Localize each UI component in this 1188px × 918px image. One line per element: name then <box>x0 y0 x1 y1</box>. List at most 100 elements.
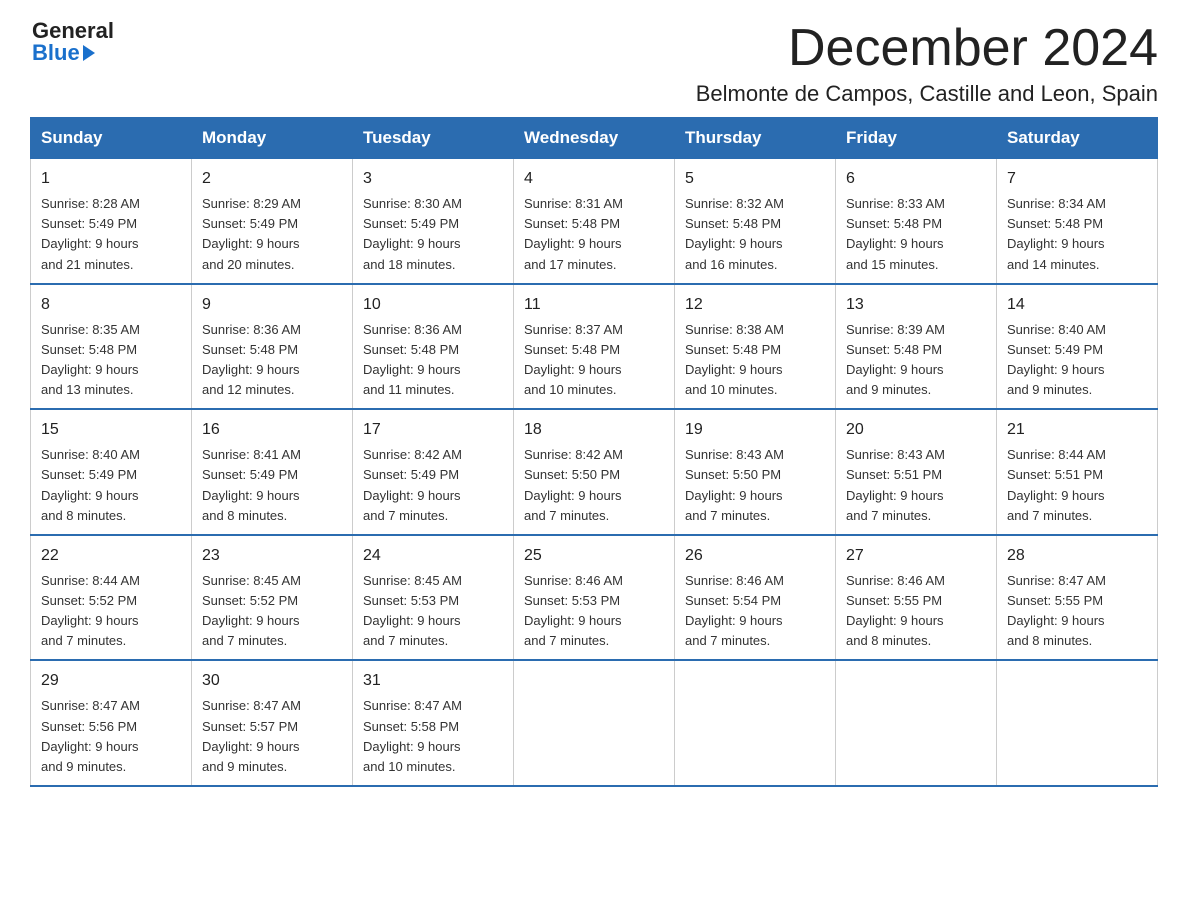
day-info: Sunrise: 8:34 AMSunset: 5:48 PMDaylight:… <box>1007 194 1147 275</box>
calendar-cell <box>514 660 675 786</box>
calendar-table: SundayMondayTuesdayWednesdayThursdayFrid… <box>30 117 1158 787</box>
logo-general-text: General <box>32 20 114 42</box>
day-info: Sunrise: 8:36 AMSunset: 5:48 PMDaylight:… <box>202 320 342 401</box>
calendar-cell: 9 Sunrise: 8:36 AMSunset: 5:48 PMDaylight… <box>192 284 353 410</box>
day-info: Sunrise: 8:43 AMSunset: 5:50 PMDaylight:… <box>685 445 825 526</box>
day-info: Sunrise: 8:45 AMSunset: 5:52 PMDaylight:… <box>202 571 342 652</box>
calendar-cell: 25 Sunrise: 8:46 AMSunset: 5:53 PMDayligh… <box>514 535 675 661</box>
calendar-cell: 2Sunrise: 8:29 AMSunset: 5:49 PMDaylight… <box>192 159 353 284</box>
day-number: 24 <box>363 544 503 568</box>
col-header-saturday: Saturday <box>997 118 1158 159</box>
day-number: 18 <box>524 418 664 442</box>
logo-triangle-icon <box>83 45 95 61</box>
day-info: Sunrise: 8:47 AMSunset: 5:57 PMDaylight:… <box>202 696 342 777</box>
day-number: 8 <box>41 293 181 317</box>
day-number: 27 <box>846 544 986 568</box>
day-info: Sunrise: 8:45 AMSunset: 5:53 PMDaylight:… <box>363 571 503 652</box>
calendar-cell: 5Sunrise: 8:32 AMSunset: 5:48 PMDaylight… <box>675 159 836 284</box>
calendar-week-row: 22 Sunrise: 8:44 AMSunset: 5:52 PMDayligh… <box>31 535 1158 661</box>
day-number: 13 <box>846 293 986 317</box>
calendar-cell: 22 Sunrise: 8:44 AMSunset: 5:52 PMDayligh… <box>31 535 192 661</box>
col-header-thursday: Thursday <box>675 118 836 159</box>
day-info: Sunrise: 8:47 AMSunset: 5:56 PMDaylight:… <box>41 696 181 777</box>
day-number: 22 <box>41 544 181 568</box>
calendar-cell: 7Sunrise: 8:34 AMSunset: 5:48 PMDaylight… <box>997 159 1158 284</box>
month-title: December 2024 <box>696 20 1158 77</box>
day-number: 1 <box>41 167 181 191</box>
day-info: Sunrise: 8:30 AMSunset: 5:49 PMDaylight:… <box>363 194 503 275</box>
day-number: 25 <box>524 544 664 568</box>
calendar-cell: 11 Sunrise: 8:37 AMSunset: 5:48 PMDayligh… <box>514 284 675 410</box>
title-area: December 2024 Belmonte de Campos, Castil… <box>696 20 1158 107</box>
col-header-sunday: Sunday <box>31 118 192 159</box>
day-number: 19 <box>685 418 825 442</box>
day-info: Sunrise: 8:33 AMSunset: 5:48 PMDaylight:… <box>846 194 986 275</box>
day-number: 11 <box>524 293 664 317</box>
day-number: 16 <box>202 418 342 442</box>
day-number: 20 <box>846 418 986 442</box>
day-info: Sunrise: 8:42 AMSunset: 5:50 PMDaylight:… <box>524 445 664 526</box>
calendar-cell: 15 Sunrise: 8:40 AMSunset: 5:49 PMDayligh… <box>31 409 192 535</box>
day-number: 6 <box>846 167 986 191</box>
day-number: 31 <box>363 669 503 693</box>
day-number: 23 <box>202 544 342 568</box>
day-info: Sunrise: 8:38 AMSunset: 5:48 PMDaylight:… <box>685 320 825 401</box>
day-info: Sunrise: 8:36 AMSunset: 5:48 PMDaylight:… <box>363 320 503 401</box>
day-info: Sunrise: 8:44 AMSunset: 5:52 PMDaylight:… <box>41 571 181 652</box>
calendar-cell: 8Sunrise: 8:35 AMSunset: 5:48 PMDaylight… <box>31 284 192 410</box>
day-info: Sunrise: 8:44 AMSunset: 5:51 PMDaylight:… <box>1007 445 1147 526</box>
calendar-cell: 27 Sunrise: 8:46 AMSunset: 5:55 PMDayligh… <box>836 535 997 661</box>
day-number: 29 <box>41 669 181 693</box>
calendar-cell: 18 Sunrise: 8:42 AMSunset: 5:50 PMDayligh… <box>514 409 675 535</box>
day-number: 28 <box>1007 544 1147 568</box>
calendar-cell: 29 Sunrise: 8:47 AMSunset: 5:56 PMDayligh… <box>31 660 192 786</box>
logo-blue-text: Blue <box>32 42 114 64</box>
day-number: 2 <box>202 167 342 191</box>
calendar-cell: 19 Sunrise: 8:43 AMSunset: 5:50 PMDayligh… <box>675 409 836 535</box>
calendar-week-row: 8Sunrise: 8:35 AMSunset: 5:48 PMDaylight… <box>31 284 1158 410</box>
col-header-monday: Monday <box>192 118 353 159</box>
calendar-cell: 17Sunrise: 8:42 AMSunset: 5:49 PMDayligh… <box>353 409 514 535</box>
logo: General Blue <box>30 20 114 64</box>
day-info: Sunrise: 8:46 AMSunset: 5:53 PMDaylight:… <box>524 571 664 652</box>
day-number: 12 <box>685 293 825 317</box>
day-info: Sunrise: 8:31 AMSunset: 5:48 PMDaylight:… <box>524 194 664 275</box>
day-number: 14 <box>1007 293 1147 317</box>
calendar-cell: 24 Sunrise: 8:45 AMSunset: 5:53 PMDayligh… <box>353 535 514 661</box>
location-title: Belmonte de Campos, Castille and Leon, S… <box>696 81 1158 107</box>
day-number: 15 <box>41 418 181 442</box>
day-number: 5 <box>685 167 825 191</box>
calendar-cell: 28Sunrise: 8:47 AMSunset: 5:55 PMDayligh… <box>997 535 1158 661</box>
page-header: General Blue December 2024 Belmonte de C… <box>30 20 1158 107</box>
day-number: 3 <box>363 167 503 191</box>
day-info: Sunrise: 8:28 AMSunset: 5:49 PMDaylight:… <box>41 194 181 275</box>
day-number: 26 <box>685 544 825 568</box>
day-info: Sunrise: 8:42 AMSunset: 5:49 PMDaylight:… <box>363 445 503 526</box>
calendar-cell: 6 Sunrise: 8:33 AMSunset: 5:48 PMDaylight… <box>836 159 997 284</box>
day-info: Sunrise: 8:46 AMSunset: 5:55 PMDaylight:… <box>846 571 986 652</box>
day-info: Sunrise: 8:43 AMSunset: 5:51 PMDaylight:… <box>846 445 986 526</box>
day-number: 10 <box>363 293 503 317</box>
day-info: Sunrise: 8:37 AMSunset: 5:48 PMDaylight:… <box>524 320 664 401</box>
day-info: Sunrise: 8:41 AMSunset: 5:49 PMDaylight:… <box>202 445 342 526</box>
calendar-cell: 31Sunrise: 8:47 AMSunset: 5:58 PMDayligh… <box>353 660 514 786</box>
col-header-tuesday: Tuesday <box>353 118 514 159</box>
calendar-header-row: SundayMondayTuesdayWednesdayThursdayFrid… <box>31 118 1158 159</box>
day-number: 4 <box>524 167 664 191</box>
calendar-cell: 20 Sunrise: 8:43 AMSunset: 5:51 PMDayligh… <box>836 409 997 535</box>
calendar-cell: 16 Sunrise: 8:41 AMSunset: 5:49 PMDayligh… <box>192 409 353 535</box>
calendar-cell <box>836 660 997 786</box>
col-header-friday: Friday <box>836 118 997 159</box>
day-number: 21 <box>1007 418 1147 442</box>
calendar-cell <box>997 660 1158 786</box>
day-number: 30 <box>202 669 342 693</box>
calendar-week-row: 29 Sunrise: 8:47 AMSunset: 5:56 PMDayligh… <box>31 660 1158 786</box>
day-info: Sunrise: 8:40 AMSunset: 5:49 PMDaylight:… <box>41 445 181 526</box>
day-number: 9 <box>202 293 342 317</box>
day-info: Sunrise: 8:46 AMSunset: 5:54 PMDaylight:… <box>685 571 825 652</box>
calendar-cell: 23 Sunrise: 8:45 AMSunset: 5:52 PMDayligh… <box>192 535 353 661</box>
day-info: Sunrise: 8:40 AMSunset: 5:49 PMDaylight:… <box>1007 320 1147 401</box>
calendar-cell: 26 Sunrise: 8:46 AMSunset: 5:54 PMDayligh… <box>675 535 836 661</box>
calendar-cell: 13Sunrise: 8:39 AMSunset: 5:48 PMDayligh… <box>836 284 997 410</box>
calendar-cell: 21 Sunrise: 8:44 AMSunset: 5:51 PMDayligh… <box>997 409 1158 535</box>
